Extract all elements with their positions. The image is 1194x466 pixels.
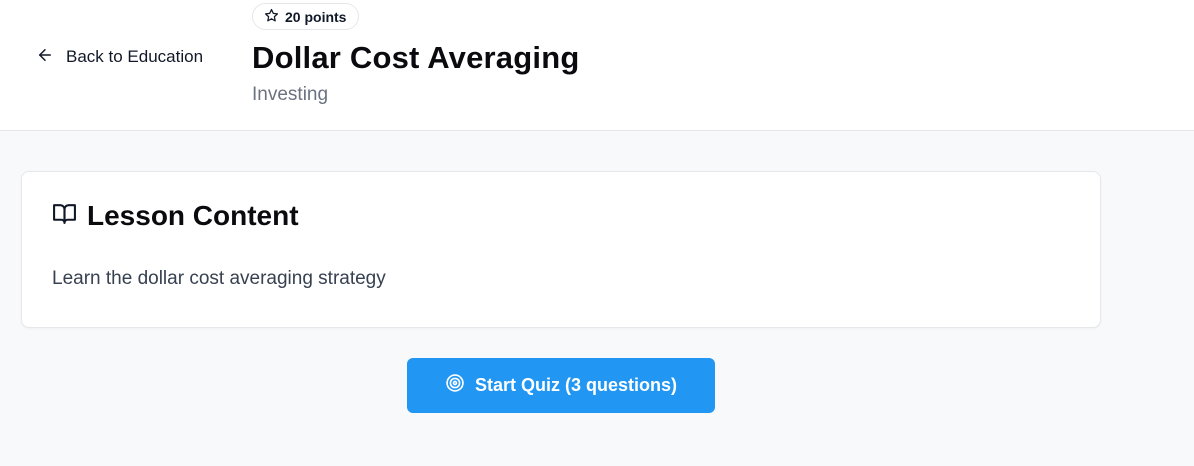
star-icon xyxy=(264,8,279,26)
book-open-icon xyxy=(52,201,77,231)
page-header: Back to Education 20 points Dollar Cost … xyxy=(0,0,1194,131)
lesson-category: Investing xyxy=(252,84,329,105)
start-quiz-label: Start Quiz (3 questions) xyxy=(474,375,678,395)
lesson-content-card: Lesson Content Learn the dollar cost ave… xyxy=(21,171,1101,328)
target-icon xyxy=(445,373,465,398)
lesson-description: Learn the dollar cost averaging strategy xyxy=(52,268,386,289)
points-label: 20 points xyxy=(285,8,347,25)
card-title: Lesson Content xyxy=(87,200,299,231)
card-header: Lesson Content xyxy=(52,200,299,232)
back-to-education-link[interactable]: Back to Education xyxy=(36,45,203,69)
page-title: Dollar Cost Averaging xyxy=(252,40,580,75)
start-quiz-button[interactable]: Start Quiz (3 questions) xyxy=(407,358,715,413)
back-link-label: Back to Education xyxy=(66,47,204,66)
arrow-left-icon xyxy=(36,46,54,69)
points-badge: 20 points xyxy=(252,3,360,30)
